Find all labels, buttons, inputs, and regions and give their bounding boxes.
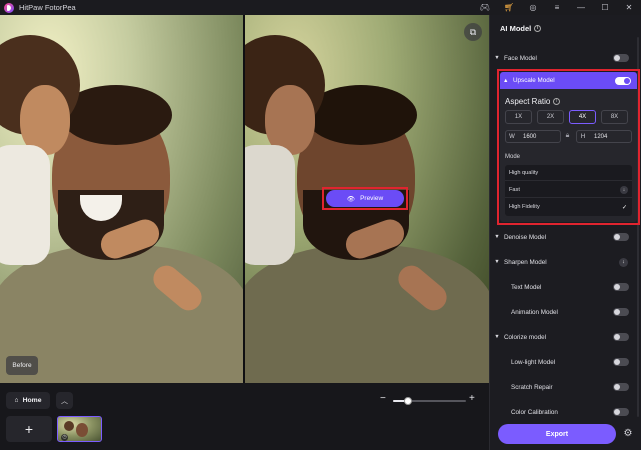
bottom-bar: ⌂ Home ︿ + ◷ [0,383,489,450]
height-value: 1204 [594,133,608,140]
mode-label: Mode [505,154,521,160]
panel-title-text: AI Model [500,24,532,33]
lowlight-model-toggle[interactable] [613,358,629,366]
color-calibration-toggle[interactable] [613,408,629,416]
preview-label: Preview [360,195,384,202]
settings-gear-icon[interactable]: ⚙ [622,428,634,440]
before-image: Before [0,15,243,383]
export-button[interactable]: Export [498,424,616,444]
zoom-handle[interactable] [403,397,412,405]
scale-1x-button[interactable]: 1X [505,110,532,124]
zoom-in-button[interactable]: + [469,393,475,404]
caret-up-icon: ▲ [503,77,509,84]
animation-model-toggle[interactable] [613,308,629,316]
denoise-model-toggle[interactable] [613,233,629,241]
title-bar: HitPaw FotorPea 🎮︎ 🛒︎ ◎ ≡ — ☐ ✕ [0,0,641,15]
model-row-face[interactable]: ▼ Face Model [490,49,640,67]
caret-down-icon: ▼ [494,259,500,265]
image-thumbnail[interactable]: ◷ [57,416,102,442]
panel-title: AI Model i [500,24,542,33]
upscale-model-header[interactable]: ▲ Upscale Model [500,72,637,89]
model-label: Face Model [504,54,537,62]
colorize-model-toggle[interactable] [613,333,629,341]
clock-icon: ◷ [61,434,68,441]
model-row-text[interactable]: Text Model [490,278,640,296]
model-label: Low-light Model [511,358,556,366]
scale-8x-button[interactable]: 8X [601,110,628,124]
caret-down-icon: ▼ [494,55,500,61]
height-key: H [580,133,586,140]
model-label: Animation Model [511,308,558,316]
mode-list: High quality Fast ↓ High Fidelity ✓ [505,165,632,216]
scale-2x-button[interactable]: 2X [537,110,564,124]
collapse-icon[interactable]: ︿ [56,392,73,409]
model-row-animation[interactable]: Animation Model [490,303,640,321]
eye-icon: 👁︎ [346,195,356,203]
aspect-ratio-label: Aspect Ratio [505,97,551,106]
scratch-repair-toggle[interactable] [613,383,629,391]
checkmark-icon: ✓ [621,204,627,211]
width-key: W [509,133,515,140]
menu-icon[interactable]: ≡ [545,0,569,15]
zoom-slider[interactable] [393,397,466,405]
download-icon[interactable]: ↓ [620,185,628,194]
aspect-ratio-title: Aspect Ratio i [505,97,561,106]
model-row-sharpen[interactable]: ▼ Sharpen Model ↓ [490,253,640,271]
model-row-lowlight[interactable]: Low-light Model [490,353,640,371]
model-label: Colorize model [504,333,546,341]
mode-option-high-fidelity[interactable]: High Fidelity ✓ [505,199,632,215]
home-icon: ⌂ [14,397,19,404]
caret-down-icon: ▼ [494,334,500,340]
mode-option-fast[interactable]: Fast ↓ [505,182,632,198]
cart-icon[interactable]: 🛒︎ [497,0,521,15]
mode-option-high-quality[interactable]: High quality [505,165,632,181]
mode-option-label: High quality [509,169,539,176]
crop-icon[interactable]: ⧉ [464,23,482,41]
mode-option-label: Fast [509,186,520,193]
caret-down-icon: ▼ [494,234,500,240]
model-row-denoise[interactable]: ▼ Denoise Model [490,228,640,246]
image-canvas[interactable]: Before ⧉ [0,15,489,383]
model-row-colorize[interactable]: ▼ Colorize model [490,328,640,346]
upscale-model-label: Upscale Model [513,77,555,84]
before-badge: Before [6,356,38,375]
app-title: HitPaw FotorPea [19,3,76,12]
model-label: Denoise Model [504,233,547,241]
lock-icon[interactable]: 🔒︎ [563,132,572,141]
mode-option-label: High Fidelity [509,204,540,210]
add-image-button[interactable]: + [6,416,52,442]
user-icon[interactable]: ◎ [521,0,545,15]
info-icon[interactable]: i [553,98,561,105]
upscale-model-toggle[interactable] [615,76,631,85]
info-icon[interactable]: i [534,25,542,32]
width-field[interactable]: W 1600 [505,130,561,143]
titlebar-controls: 🎮︎ 🛒︎ ◎ ≡ — ☐ ✕ [473,0,641,15]
preview-button[interactable]: 👁︎ Preview [326,190,404,207]
height-field[interactable]: H 1204 [576,130,632,143]
model-label: Scratch Repair [511,383,553,391]
model-label: Color Calibration [511,408,558,416]
model-row-color-calibration[interactable]: Color Calibration [490,403,640,421]
model-row-scratch[interactable]: Scratch Repair [490,378,640,396]
maximize-icon[interactable]: ☐ [593,0,617,15]
gamepad-icon[interactable]: 🎮︎ [473,0,497,15]
text-model-toggle[interactable] [613,283,629,291]
home-button[interactable]: ⌂ Home [6,392,50,409]
upscale-model-card: ▲ Upscale Model Aspect Ratio i 1X 2X 4X … [500,72,637,222]
width-value: 1600 [523,133,537,140]
model-label: Sharpen Model [504,258,547,266]
model-label: Text Model [511,283,542,291]
scale-4x-button[interactable]: 4X [569,110,596,124]
minimize-icon[interactable]: — [569,0,593,15]
zoom-out-button[interactable]: − [380,393,386,404]
app-logo-icon [4,2,14,13]
download-icon[interactable]: ↓ [619,257,628,267]
home-label: Home [22,397,42,404]
face-model-toggle[interactable] [613,54,629,62]
close-icon[interactable]: ✕ [617,0,641,15]
